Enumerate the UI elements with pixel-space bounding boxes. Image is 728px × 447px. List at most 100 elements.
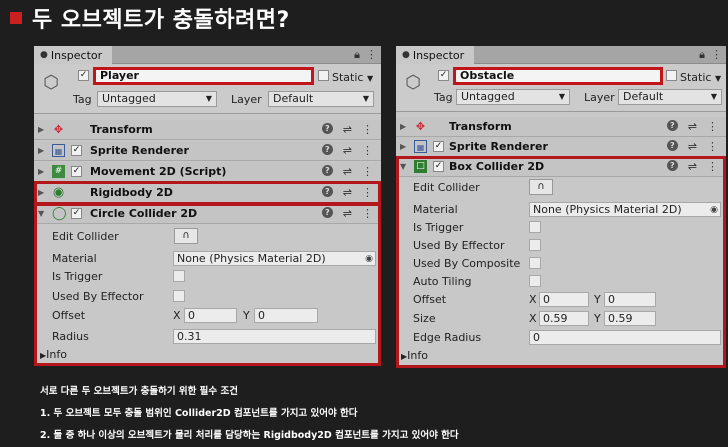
component-name: Box Collider 2D — [449, 160, 545, 173]
component-circle-collider2d[interactable]: ▼ ◯ ✓ Circle Collider 2D ? ⇌ ⋮ — [34, 204, 381, 224]
offset-x-field[interactable]: 0 — [539, 291, 589, 307]
kebab-menu-icon[interactable]: ⋮ — [707, 140, 718, 153]
foldout-arrow-icon[interactable]: ▼ — [400, 162, 406, 171]
is-trigger-checkbox[interactable] — [173, 270, 185, 282]
preset-icon[interactable]: ⇌ — [343, 144, 352, 157]
prop-label: Is Trigger — [52, 269, 103, 283]
foldout-arrow-icon[interactable]: ▶ — [38, 125, 44, 134]
preset-icon[interactable]: ⇌ — [688, 140, 697, 153]
object-header: ⬡ ✓ Player Static ▼ Tag Untagged ▼ Layer … — [34, 64, 381, 114]
transform-axes-icon: ✥ — [415, 120, 426, 133]
kebab-menu-icon[interactable]: ⋮ — [362, 207, 373, 220]
edit-collider-button[interactable]: ∩ — [529, 179, 553, 195]
foldout-arrow-icon[interactable]: ▶ — [400, 142, 406, 151]
foldout-arrow-icon[interactable]: ▶ — [400, 122, 406, 131]
kebab-menu-icon[interactable]: ⋮ — [707, 120, 718, 133]
kebab-menu-icon[interactable]: ⋮ — [362, 123, 373, 136]
static-checkbox[interactable] — [666, 70, 677, 81]
foldout-arrow-icon[interactable]: ▶ — [38, 146, 44, 155]
component-transform[interactable]: ▶ ✥ Transform ? ⇌ ⋮ — [34, 120, 381, 140]
active-checkbox[interactable]: ✓ — [438, 70, 449, 81]
gameobject-cube-icon: ⬡ — [43, 72, 59, 93]
transform-axes-icon: ✥ — [53, 123, 64, 136]
component-rigidbody2d[interactable]: ▶ ◉ Rigidbody 2D ? ⇌ ⋮ — [34, 183, 381, 203]
edge-radius-field[interactable]: 0 — [529, 329, 721, 345]
edit-collider-button[interactable]: ∩ — [174, 228, 198, 244]
help-icon[interactable]: ? — [321, 207, 333, 218]
foldout-arrow-icon[interactable]: ▶ — [38, 188, 44, 197]
help-icon[interactable]: ? — [321, 123, 333, 134]
foldout-arrow-icon[interactable]: ▶ — [38, 167, 44, 176]
component-tools: ? ⇌ ⋮ — [666, 140, 718, 153]
tag-dropdown[interactable]: Untagged ▼ — [97, 91, 217, 107]
offset-y-field[interactable]: 0 — [254, 307, 318, 323]
help-icon[interactable]: ? — [321, 144, 333, 155]
tab-inspector[interactable]: ● Inspector — [396, 46, 475, 64]
note-line-2: 2. 둘 중 하나 이상의 오브젝트가 물리 처리를 담당하는 Rigidbod… — [40, 430, 459, 441]
info-foldout[interactable]: ▶Info — [401, 349, 428, 362]
component-enabled-checkbox[interactable]: ✓ — [433, 141, 444, 152]
preset-icon[interactable]: ⇌ — [343, 207, 352, 220]
kebab-menu-icon[interactable]: ⋮ — [362, 186, 373, 199]
used-by-effector-checkbox[interactable] — [173, 290, 185, 302]
component-sprite-renderer[interactable]: ▶ ▦ ✓ Sprite Renderer ? ⇌ ⋮ — [34, 141, 381, 161]
help-icon[interactable]: ? — [321, 165, 333, 176]
component-enabled-checkbox[interactable]: ✓ — [71, 166, 82, 177]
component-enabled-checkbox[interactable]: ✓ — [433, 161, 444, 172]
size-x-field[interactable]: 0.59 — [539, 310, 589, 326]
offset-x-field[interactable]: 0 — [184, 307, 237, 323]
is-trigger-checkbox[interactable] — [529, 221, 541, 233]
object-name-field[interactable]: Player — [93, 67, 314, 85]
kebab-menu-icon[interactable]: ⋮ — [707, 160, 718, 173]
kebab-menu-icon[interactable]: ⋮ — [711, 48, 722, 62]
preset-icon[interactable]: ⇌ — [343, 123, 352, 136]
tag-dropdown[interactable]: Untagged ▼ — [456, 89, 570, 105]
preset-icon[interactable]: ⇌ — [343, 165, 352, 178]
component-enabled-checkbox[interactable]: ✓ — [71, 145, 82, 156]
static-dropdown[interactable]: Static ▼ — [332, 71, 373, 84]
preset-icon[interactable]: ⇌ — [688, 120, 697, 133]
preset-icon[interactable]: ⇌ — [343, 186, 352, 199]
kebab-menu-icon[interactable]: ⋮ — [362, 165, 373, 178]
kebab-menu-icon[interactable]: ⋮ — [362, 144, 373, 157]
prop-label: Material — [413, 202, 458, 216]
active-checkbox[interactable]: ✓ — [78, 70, 89, 81]
foldout-arrow-icon[interactable]: ▼ — [38, 209, 44, 218]
prop-info[interactable]: ▶Info — [396, 346, 726, 364]
prop-used-by-effector: Used By Effector — [34, 287, 381, 305]
size-y-field[interactable]: 0.59 — [604, 310, 656, 326]
object-name-field[interactable]: Obstacle — [453, 67, 663, 85]
prop-info[interactable]: ▶Info — [34, 345, 381, 363]
component-sprite-renderer[interactable]: ▶ ▦ ✓ Sprite Renderer ? ⇌ ⋮ — [396, 137, 726, 157]
material-field[interactable]: None (Physics Material 2D) ◉ — [529, 201, 721, 217]
help-icon[interactable]: ? — [666, 140, 678, 151]
component-enabled-checkbox[interactable]: ✓ — [71, 208, 82, 219]
used-by-effector-checkbox[interactable] — [529, 239, 541, 251]
box-collider-icon: □ — [414, 160, 427, 173]
radius-field[interactable]: 0.31 — [173, 328, 376, 344]
preset-icon[interactable]: ⇌ — [688, 160, 697, 173]
help-icon[interactable]: ? — [321, 186, 333, 197]
static-dropdown[interactable]: Static ▼ — [680, 71, 721, 84]
auto-tiling-checkbox[interactable] — [529, 275, 541, 287]
y-label: Y — [594, 292, 601, 306]
layer-dropdown[interactable]: Default ▼ — [618, 89, 722, 105]
offset-y-field[interactable]: 0 — [604, 291, 656, 307]
lock-icon[interactable]: 🔒︎ — [699, 48, 705, 62]
component-transform[interactable]: ▶ ✥ Transform ? ⇌ ⋮ — [396, 117, 726, 137]
used-by-composite-checkbox[interactable] — [529, 257, 541, 269]
layer-dropdown[interactable]: Default ▼ — [268, 91, 374, 107]
kebab-menu-icon[interactable]: ⋮ — [366, 48, 377, 62]
help-icon[interactable]: ? — [666, 120, 678, 131]
info-foldout[interactable]: ▶Info — [40, 348, 67, 361]
component-box-collider2d[interactable]: ▼ □ ✓ Box Collider 2D ? ⇌ ⋮ — [396, 157, 726, 177]
tab-inspector[interactable]: ● Inspector — [34, 46, 113, 64]
help-icon[interactable]: ? — [666, 160, 678, 171]
component-tools: ? ⇌ ⋮ — [321, 123, 373, 136]
component-movement2d-script[interactable]: ▶ # ✓ Movement 2D (Script) ? ⇌ ⋮ — [34, 162, 381, 182]
static-checkbox[interactable] — [318, 70, 329, 81]
prop-label: Auto Tiling — [413, 274, 472, 288]
lock-icon[interactable]: 🔒︎ — [354, 48, 360, 62]
material-field[interactable]: None (Physics Material 2D) ◉ — [173, 250, 376, 266]
prop-material: Material None (Physics Material 2D) ◉ — [34, 249, 381, 267]
